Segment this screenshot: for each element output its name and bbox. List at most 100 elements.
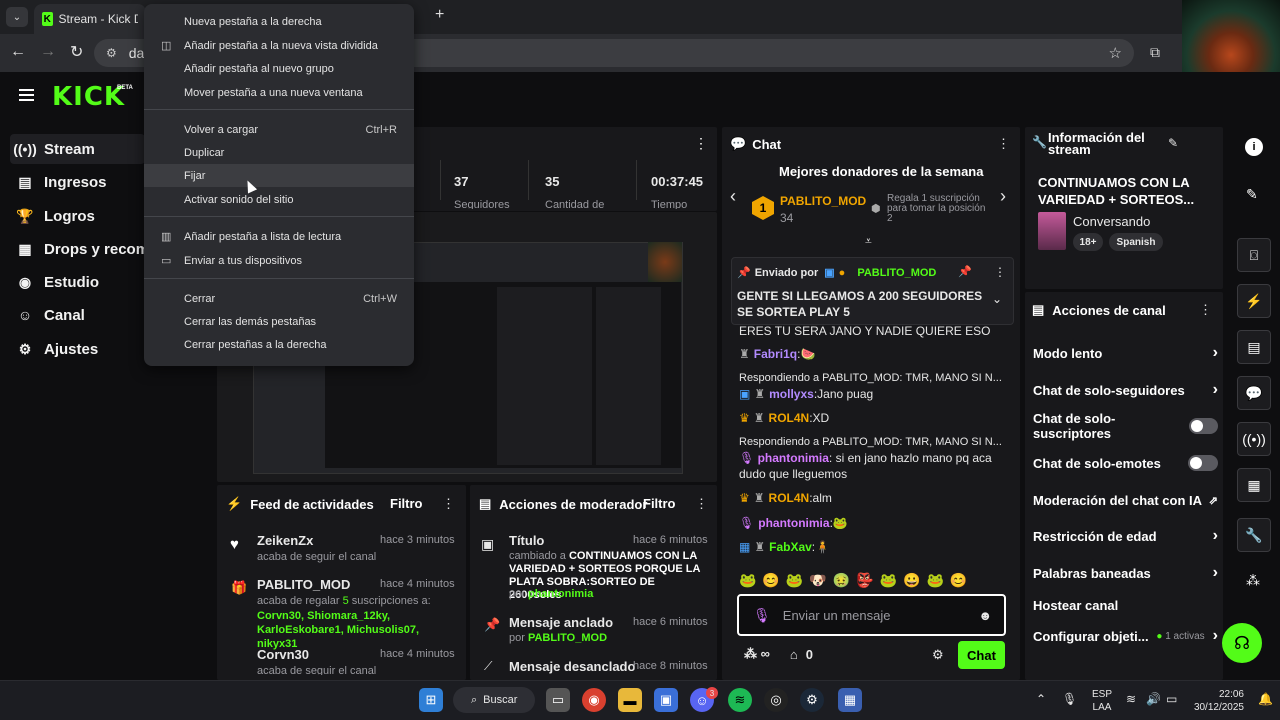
wrench-icon[interactable]: 🔧	[1237, 518, 1271, 552]
broadcast-icon[interactable]: ((•))	[1237, 422, 1271, 456]
collapse-icon[interactable]: ⩡	[865, 234, 872, 249]
feed-item-name[interactable]: Corvn30	[257, 647, 309, 662]
menu-item-send-devices[interactable]: ▭ Enviar a tus dispositivos	[144, 249, 414, 272]
action-subscribers-only[interactable]: Chat de solo-suscriptores	[1033, 411, 1218, 441]
pinned-expand-icon[interactable]: ⌄	[992, 292, 1002, 306]
language-indicator[interactable]: ESP LAA	[1092, 688, 1112, 714]
layout-icon[interactable]: ▦	[1237, 468, 1271, 502]
action-age-restriction[interactable]: Restricción de edad ›	[1033, 526, 1218, 546]
share-icon[interactable]: ⁂	[1246, 572, 1260, 589]
preview-cam	[648, 242, 682, 282]
chrome-icon[interactable]: ◉	[582, 688, 606, 712]
menu-item-close[interactable]: Cerrar Ctrl+W	[144, 287, 414, 310]
edit-icon[interactable]: ✎	[1168, 136, 1178, 150]
donors-prev-icon[interactable]: ‹	[730, 186, 736, 207]
menu-item-reading-list[interactable]: ▥ Añadir pestaña a lista de lectura	[144, 225, 414, 248]
action-emotes-only[interactable]: Chat de solo-emotes	[1033, 453, 1218, 473]
store-icon[interactable]: ▣	[654, 688, 678, 712]
chat-bubble-icon[interactable]: 💬	[1237, 376, 1271, 410]
channel-actions-menu-icon[interactable]: ⋮	[1199, 302, 1212, 318]
volume-icon[interactable]: 🔊	[1146, 692, 1161, 706]
action-slow-mode[interactable]: Modo lento ›	[1033, 343, 1218, 363]
emoji-icon[interactable]: ☻	[978, 608, 992, 623]
action-goals[interactable]: Configurar objeti... ● 1 activas ›	[1033, 626, 1218, 646]
action-host-channel[interactable]: Hostear canal	[1033, 595, 1218, 615]
forward-icon[interactable]: →	[40, 43, 56, 61]
taskbar-search[interactable]: ⌕ Buscar	[453, 687, 535, 713]
feed-filter-button[interactable]: Filtro	[390, 496, 423, 511]
emote-bar[interactable]: 🐸😊🐸🐶🤢👺🐸😀🐸😊	[739, 572, 973, 589]
stats-menu-icon[interactable]: ⋮	[694, 135, 708, 152]
chat-input[interactable]: 🎙 Enviar un mensaje ☻	[737, 594, 1006, 636]
menu-item-pin[interactable]: Fijar	[144, 164, 414, 187]
extensions-icon[interactable]: ⧉	[1150, 44, 1160, 61]
unpin-button-icon[interactable]: 📌	[958, 265, 972, 278]
steam-icon[interactable]: ⚙	[800, 688, 824, 712]
menu-item-duplicate[interactable]: Duplicar	[144, 141, 414, 164]
lightning-icon[interactable]: ⚡	[1237, 284, 1271, 318]
mod-filter-button[interactable]: Filtro	[643, 496, 676, 511]
menu-item-unmute-site[interactable]: Activar sonido del sitio	[144, 188, 414, 211]
mod-item-by: por phantonimia	[509, 588, 594, 600]
points-icon[interactable]: ⁂ ∞	[744, 646, 770, 662]
info-icon[interactable]: i	[1245, 138, 1263, 156]
category-name[interactable]: Conversando	[1073, 214, 1150, 229]
activity-feed-title: ⚡ Feed de actividades	[226, 496, 374, 512]
send-chat-button[interactable]: Chat	[958, 641, 1005, 669]
sidebar-item-stream[interactable]: ((•)) Stream	[10, 134, 145, 164]
task-view-icon[interactable]: ▭	[546, 688, 570, 712]
menu-item-close-right[interactable]: Cerrar pestañas a la derecha	[144, 333, 414, 356]
menu-item-close-others[interactable]: Cerrar las demás pestañas	[144, 310, 414, 333]
battery-icon[interactable]: ▭	[1166, 692, 1177, 706]
browser-tab[interactable]: K Stream - Kick Dashl	[34, 4, 146, 34]
edit-icon[interactable]: ✎	[1246, 186, 1258, 203]
mod-item-time: hace 6 minutos	[633, 616, 708, 628]
tag-badge[interactable]: 18+	[1073, 233, 1103, 251]
calculator-icon[interactable]: ▦	[838, 688, 862, 712]
mic-tray-icon[interactable]: 🎙	[1062, 692, 1077, 706]
feed-gift-recipients[interactable]: Corvn30, Shiomara_12ky, KarloEskobare1, …	[257, 609, 452, 651]
menu-item-split-view[interactable]: ◫ Añadir pestaña a la nueva vista dividid…	[144, 34, 414, 57]
badge-icon: ▦	[739, 540, 751, 554]
feed-item-name[interactable]: PABLITO_MOD	[257, 577, 350, 592]
action-banned-words[interactable]: Palabras baneadas ›	[1033, 563, 1218, 583]
menu-hamburger-icon[interactable]	[19, 89, 34, 101]
action-followers-only[interactable]: Chat de solo-seguidores ›	[1033, 380, 1218, 400]
chat-settings-icon[interactable]: ⚙	[932, 647, 944, 663]
file-explorer-icon[interactable]: ▬	[618, 688, 642, 712]
spotify-icon[interactable]: ≋	[728, 688, 752, 712]
site-settings-icon[interactable]: ⚙	[106, 46, 117, 60]
toggle-switch[interactable]	[1188, 455, 1218, 471]
obs-icon[interactable]: ◎	[764, 688, 788, 712]
chat-menu-icon[interactable]: ⋮	[997, 136, 1010, 152]
bookmark-star-icon[interactable]: ☆	[1109, 44, 1122, 62]
donors-next-icon[interactable]: ›	[1000, 186, 1006, 207]
support-headset-icon[interactable]: ☊	[1222, 623, 1262, 663]
new-tab-button[interactable]: +	[435, 6, 444, 24]
menu-item-new-tab-right[interactable]: Nueva pestaña a la derecha	[144, 10, 414, 33]
tag-badge[interactable]: Spanish	[1109, 233, 1163, 251]
feed-menu-icon[interactable]: ⋮	[442, 496, 455, 512]
notes-icon[interactable]: ▤	[1237, 330, 1271, 364]
reload-icon[interactable]: ↻	[70, 42, 83, 62]
notifications-bell-icon[interactable]: 🔔	[1258, 692, 1273, 706]
tray-chevron-icon[interactable]: ⌃	[1036, 692, 1046, 706]
action-ai-moderation[interactable]: Moderación del chat con IA ⇗	[1033, 490, 1218, 510]
back-icon[interactable]: ←	[10, 43, 26, 61]
tab-search-button[interactable]: ⌄	[6, 7, 28, 27]
menu-item-reload[interactable]: Volver a cargar Ctrl+R	[144, 118, 414, 141]
menu-item-new-window[interactable]: Mover pestaña a una nueva ventana	[144, 81, 414, 104]
feed-item-name[interactable]: ZeikenZx	[257, 533, 313, 548]
kick-logo[interactable]: KICK	[52, 82, 125, 112]
mod-menu-icon[interactable]: ⋮	[695, 496, 708, 512]
badge-icon: ▣	[824, 267, 835, 279]
pinned-menu-icon[interactable]: ⋮	[994, 265, 1006, 279]
wifi-icon[interactable]: ≋	[1126, 692, 1136, 706]
menu-item-new-group[interactable]: Añadir pestaña al nuevo grupo	[144, 57, 414, 80]
donor-name[interactable]: PABLITO_MOD	[780, 194, 866, 208]
capture-icon[interactable]: ⌼	[1237, 238, 1271, 272]
toggle-switch[interactable]	[1188, 418, 1218, 434]
windows-start-icon[interactable]: ⊞	[419, 688, 443, 712]
store-icon[interactable]: ⌂	[790, 647, 798, 662]
clock[interactable]: 22:06 30/12/2025	[1192, 688, 1244, 714]
